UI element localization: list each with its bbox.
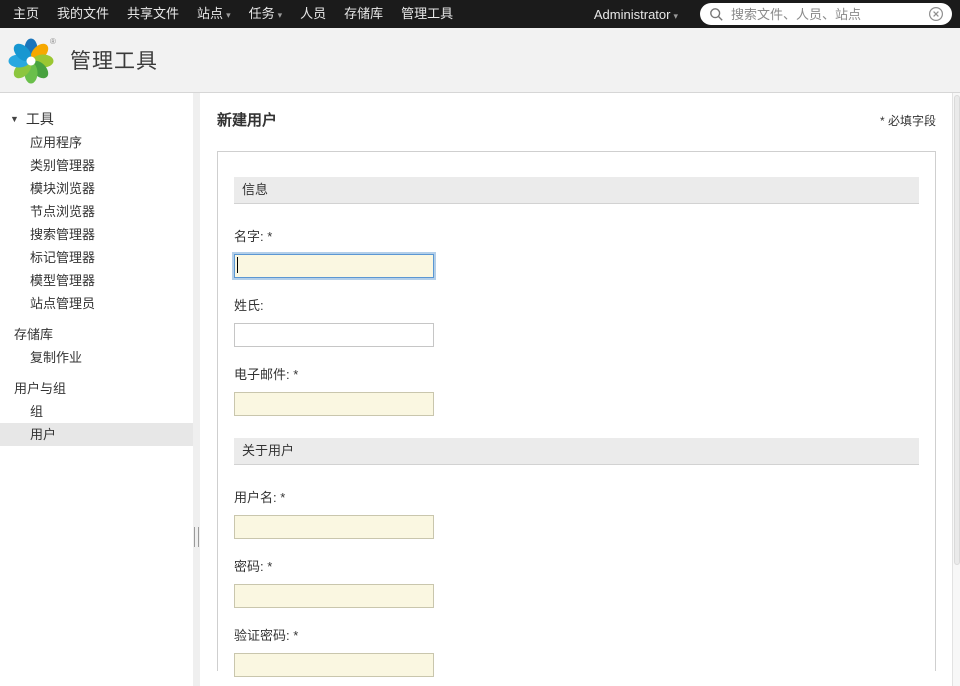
verify-password-label: 验证密码: * [234,625,919,644]
sidebar-navigation: ▼ 工具 应用程序 类别管理器 模块浏览器 节点浏览器 搜索管理器 标记管理器 … [0,93,193,686]
email-label: 电子邮件: * [234,364,919,383]
sidebar-section-repository: 存储库 [0,324,193,346]
sidebar-section-tools-label: 工具 [26,109,54,129]
sidebar-item-model-manager[interactable]: 模型管理器 [0,269,193,292]
first-name-field-wrap [234,254,434,278]
form-title: 新建用户 [217,109,277,130]
sidebar-resize-handle[interactable] [194,527,199,547]
user-menu[interactable]: Administrator▾ [584,7,688,22]
global-search-box [700,3,952,25]
scrollbar-thumb[interactable] [954,95,960,565]
sidebar-item-users[interactable]: 用户 [0,423,193,446]
vertical-scrollbar[interactable] [952,93,960,686]
required-fields-note: * 必填字段 [880,112,936,129]
nav-item-tasks-label: 任务 [249,6,275,21]
sidebar-item-search-manager[interactable]: 搜索管理器 [0,223,193,246]
sidebar-item-module-browser[interactable]: 模块浏览器 [0,177,193,200]
form-header-row: 新建用户 * 必填字段 [217,109,936,130]
nav-item-shared-files[interactable]: 共享文件 [118,0,188,28]
nav-item-people[interactable]: 人员 [291,0,335,28]
caret-down-icon: ▾ [278,10,283,20]
body-region: ▼ 工具 应用程序 类别管理器 模块浏览器 节点浏览器 搜索管理器 标记管理器 … [0,93,960,686]
page-header: ® 管理工具 [0,28,960,93]
nav-item-home[interactable]: 主页 [4,0,48,28]
new-user-form: 信息 名字: * 姓氏: 电子邮件: * 关于用户 用户名: * 密码: * 验… [217,151,936,671]
username-input[interactable] [234,515,434,539]
section-header-about-user: 关于用户 [234,438,919,465]
verify-password-input[interactable] [234,653,434,677]
main-content: 新建用户 * 必填字段 信息 名字: * 姓氏: 电子邮件: * 关于用户 用户… [200,93,952,686]
collapse-icon[interactable]: ▼ [10,114,19,124]
nav-item-sites-label: 站点 [197,6,223,21]
text-cursor [237,257,238,273]
nav-right-group: Administrator▾ [584,3,952,25]
sidebar-item-node-browser[interactable]: 节点浏览器 [0,200,193,223]
nav-item-repository[interactable]: 存储库 [335,0,392,28]
password-label: 密码: * [234,556,919,575]
top-navigation-bar: 主页 我的文件 共享文件 站点▾ 任务▾ 人员 存储库 管理工具 Adminis… [0,0,960,28]
sidebar-section-users-groups: 用户与组 [0,378,193,400]
nav-item-my-files[interactable]: 我的文件 [48,0,118,28]
sidebar-item-application[interactable]: 应用程序 [0,131,193,154]
global-search-input[interactable] [731,7,928,22]
last-name-label: 姓氏: [234,295,919,314]
page-title: 管理工具 [70,45,158,75]
first-name-input[interactable] [234,254,434,278]
nav-item-admin-tools[interactable]: 管理工具 [392,0,462,28]
first-name-label: 名字: * [234,226,919,245]
sidebar-splitter[interactable] [193,93,200,686]
section-header-info: 信息 [234,177,919,204]
nav-item-sites[interactable]: 站点▾ [188,0,240,29]
search-icon [709,7,724,22]
email-input[interactable] [234,392,434,416]
clear-search-icon[interactable] [928,6,944,22]
sidebar-item-groups[interactable]: 组 [0,400,193,423]
registered-mark: ® [50,37,56,46]
sidebar-item-site-admin[interactable]: 站点管理员 [0,292,193,315]
nav-item-tasks[interactable]: 任务▾ [240,0,292,29]
caret-down-icon: ▾ [673,11,678,21]
admin-tools-page: 主页 我的文件 共享文件 站点▾ 任务▾ 人员 存储库 管理工具 Adminis… [0,0,960,686]
last-name-input[interactable] [234,323,434,347]
sidebar-section-tools[interactable]: ▼ 工具 [0,107,193,131]
username-label: 用户名: * [234,487,919,506]
sidebar-item-category-manager[interactable]: 类别管理器 [0,154,193,177]
alfresco-logo: ® [6,34,58,86]
password-input[interactable] [234,584,434,608]
sidebar-item-tag-manager[interactable]: 标记管理器 [0,246,193,269]
user-menu-label: Administrator [594,7,671,22]
caret-down-icon: ▾ [226,10,231,20]
sidebar-item-replication-jobs[interactable]: 复制作业 [0,346,193,369]
